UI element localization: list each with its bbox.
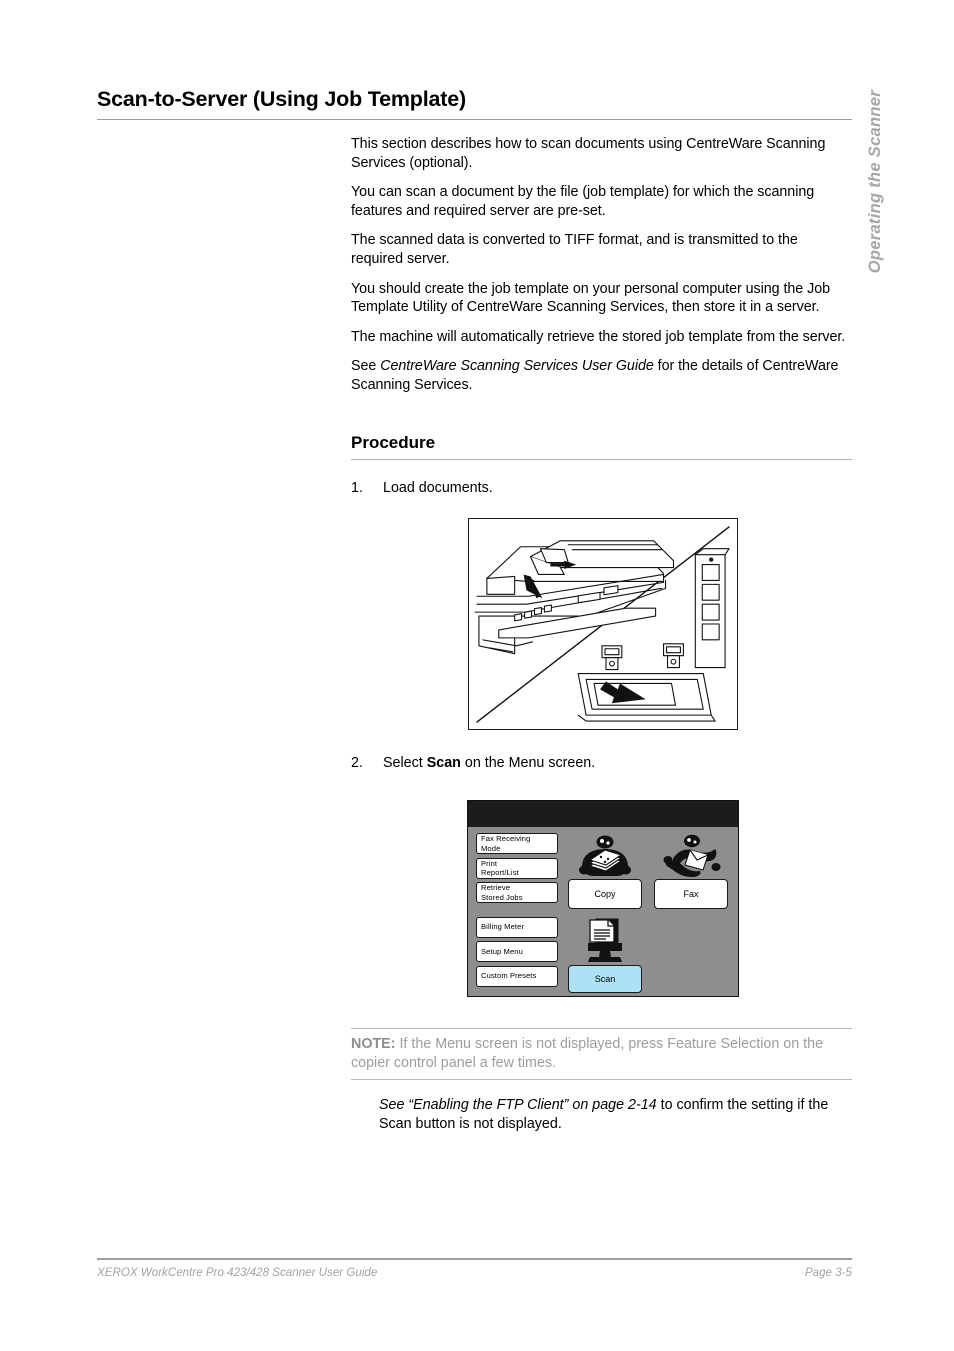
menu-button-copy[interactable]: Copy — [568, 879, 642, 909]
cross-reference-link: See “Enabling the FTP Client” on page 2-… — [379, 1097, 657, 1113]
copier-illustration — [468, 518, 738, 730]
note-block: NOTE: If the Menu screen is not displaye… — [351, 1028, 852, 1081]
intro-text-column: This section describes how to scan docum… — [351, 135, 852, 395]
note-body-text: If the Menu screen is not displayed, pre… — [351, 1036, 824, 1071]
copy-person-documents-icon — [572, 833, 638, 879]
step-text-before: Select — [383, 755, 427, 771]
cross-reference-note: See “Enabling the FTP Client” on page 2-… — [379, 1096, 852, 1133]
step-text-after: on the Menu screen. — [460, 755, 596, 771]
chapter-side-tab: Operating the Scanner — [855, 90, 895, 320]
note-text: NOTE: If the Menu screen is not displaye… — [351, 1029, 852, 1079]
procedure-heading-block: Procedure — [351, 433, 852, 460]
note-bottom-divider — [351, 1079, 852, 1081]
page-title: Scan-to-Server (Using Job Template) — [97, 87, 466, 111]
button-label-line2: Stored Jobs — [481, 892, 523, 902]
footer-page-number: Page 3-5 — [804, 1265, 852, 1279]
document-page: Operating the Scanner Scan-to-Server (Us… — [0, 0, 954, 1351]
menu-screen-titlebar — [468, 801, 738, 827]
page-title-block: Scan-to-Server (Using Job Template) — [97, 87, 852, 120]
button-label-line1: Retrieve — [481, 883, 511, 893]
see-prefix: See — [351, 358, 381, 375]
step-number: 2. — [351, 755, 363, 771]
procedure-step-1: 1. Load documents. — [351, 479, 852, 498]
page-footer: XEROX WorkCentre Pro 423/428 Scanner Use… — [97, 1258, 852, 1279]
button-label-line1: Setup Menu — [481, 946, 523, 956]
title-divider — [97, 118, 852, 120]
chapter-side-tab-label: Operating the Scanner — [865, 90, 884, 274]
menu-button-fax-receiving-mode[interactable]: Fax Receiving Mode — [476, 833, 558, 854]
button-label-line1: Billing Meter — [481, 922, 525, 932]
intro-paragraph: The scanned data is converted to TIFF fo… — [351, 232, 798, 267]
menu-button-setup-menu[interactable]: Setup Menu — [476, 941, 558, 962]
menu-screen-figure: Fax Receiving Mode Print Report/List Ret… — [467, 800, 739, 997]
menu-button-print-report-list[interactable]: Print Report/List — [476, 857, 558, 879]
footer-row: XEROX WorkCentre Pro 423/428 Scanner Use… — [97, 1260, 852, 1279]
procedure-step-2: 2. Select Scan on the Menu screen. — [351, 754, 852, 773]
intro-paragraph: You can scan a document by the file (job… — [351, 184, 815, 219]
step-text: Load documents. — [383, 480, 493, 496]
footer-guide-title: XEROX WorkCentre Pro 423/428 Scanner Use… — [97, 1265, 378, 1279]
button-label-line2: Mode — [481, 843, 501, 853]
button-label-line2: Report/List — [481, 868, 519, 877]
button-label-line1: Print — [481, 858, 498, 868]
menu-side-button-list: Fax Receiving Mode Print Report/List Ret… — [476, 833, 558, 990]
step-text: Select Scan on the Menu screen. — [383, 754, 852, 773]
menu-button-billing-meter[interactable]: Billing Meter — [476, 916, 558, 938]
intro-paragraph: This section describes how to scan docum… — [351, 136, 826, 171]
menu-screen-body: Fax Receiving Mode Print Report/List Ret… — [468, 827, 738, 996]
button-label-line1: Custom Presets — [481, 971, 537, 981]
scan-document-monitor-icon — [578, 917, 632, 965]
intro-paragraph: The machine will automatically retrieve … — [351, 328, 846, 345]
button-label-line1: Fax Receiving — [481, 834, 531, 844]
see-guide-title: CentreWare Scanning Services User Guide — [380, 358, 654, 375]
procedure-title: Procedure — [351, 433, 436, 452]
intro-paragraph: You should create the job template on yo… — [351, 280, 831, 316]
menu-button-retrieve-stored-jobs[interactable]: Retrieve Stored Jobs — [476, 882, 558, 903]
copier-illustration-svg — [474, 526, 730, 723]
menu-button-fax[interactable]: Fax — [654, 879, 728, 909]
menu-button-scan[interactable]: Scan — [568, 965, 642, 993]
note-label: NOTE: — [351, 1036, 396, 1052]
step-text-emphasis: Scan — [426, 755, 461, 771]
menu-button-custom-presets[interactable]: Custom Presets — [476, 965, 558, 987]
intro-see-reference: See CentreWare Scanning Services User Gu… — [351, 357, 852, 394]
step-number: 1. — [351, 480, 363, 496]
fax-person-envelope-icon — [658, 833, 724, 879]
procedure-divider — [351, 458, 852, 460]
